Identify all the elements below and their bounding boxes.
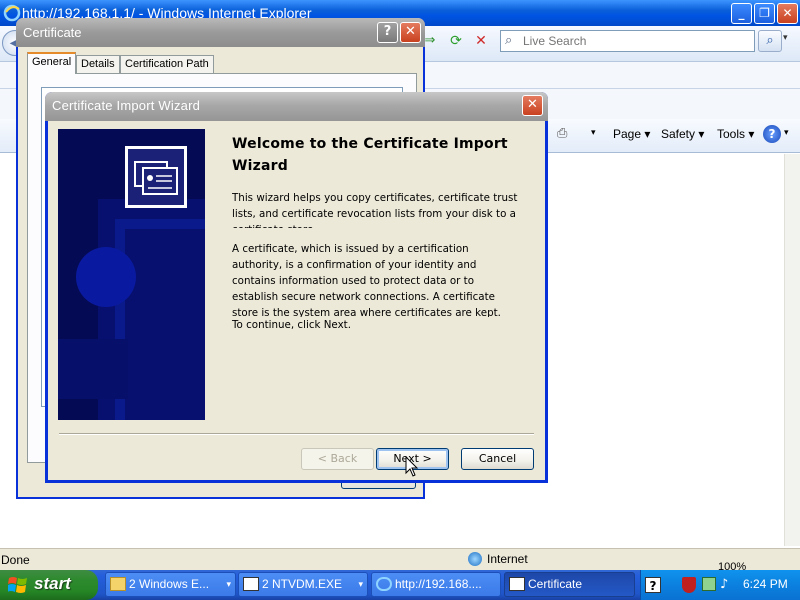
close-button[interactable]: ✕	[777, 3, 798, 24]
windows-logo-icon	[8, 577, 27, 593]
page-menu[interactable]: Page ▾	[613, 126, 650, 144]
taskbar-item-certificate[interactable]: Certificate	[504, 572, 635, 597]
taskbar-item-internet-explorer[interactable]: http://192.168....	[371, 572, 501, 597]
minimize-button[interactable]: _	[731, 3, 752, 24]
taskbar-item-label: 2 NTVDM.EXE	[262, 577, 343, 591]
tab-certification-path[interactable]: Certification Path	[120, 55, 214, 73]
taskbar-item-label: 2 Windows E...	[129, 577, 210, 591]
live-search-input[interactable]	[521, 33, 746, 49]
certificate-close-button[interactable]: ✕	[400, 22, 421, 43]
wizard-title: Certificate Import Wizard	[52, 98, 201, 113]
cancel-button[interactable]: Cancel	[461, 448, 534, 470]
window-icon	[243, 577, 259, 591]
tools-menu[interactable]: Tools ▾	[717, 126, 754, 144]
print-icon[interactable]: ⎙	[557, 126, 579, 144]
wizard-heading: Welcome to the Certificate Import Wizard	[232, 136, 508, 174]
back-button[interactable]: < Back	[301, 448, 374, 470]
taskbar-item-ntvdm[interactable]: 2 NTVDM.EXE ▾	[238, 572, 368, 597]
search-button[interactable]: ⌕	[758, 30, 782, 52]
folder-icon	[110, 577, 126, 591]
wizard-continue-text: To continue, click Next.	[232, 319, 351, 331]
start-label: start	[34, 574, 71, 593]
taskbar-item-label: http://192.168....	[395, 577, 482, 591]
refresh-icon[interactable]: ⟳	[446, 31, 466, 51]
taskbar-item-windows-explorer[interactable]: 2 Windows E... ▾	[105, 572, 236, 597]
volume-icon[interactable]: ♪	[720, 577, 734, 593]
search-icon: ⌕	[505, 33, 513, 48]
wizard-separator	[59, 433, 534, 435]
live-search-box[interactable]: ⌕	[500, 30, 755, 52]
stop-icon[interactable]: ✕	[471, 31, 491, 51]
internet-zone-icon	[468, 552, 482, 566]
restore-button[interactable]: ❐	[754, 3, 775, 24]
print-chevron-icon[interactable]: ▾	[591, 128, 596, 138]
chevron-down-icon: ▾	[358, 579, 363, 589]
certificate-help-button[interactable]: ?	[377, 22, 398, 43]
wizard-description-text: A certificate, which is issued by a cert…	[232, 243, 501, 317]
clock[interactable]: 6:24 PM	[743, 577, 788, 591]
wizard-close-button[interactable]: ✕	[522, 95, 543, 116]
taskbar-item-label: Certificate	[528, 577, 583, 591]
ie-vertical-scrollbar[interactable]	[784, 154, 800, 546]
security-shield-icon[interactable]	[682, 577, 696, 593]
help-chevron-icon[interactable]: ▾	[784, 128, 789, 138]
certificate-dialog-title: Certificate	[23, 25, 82, 40]
help-tray-icon[interactable]: ?	[645, 577, 661, 593]
ie-logo-icon	[376, 577, 392, 591]
status-text: Done	[1, 553, 30, 567]
mouse-pointer-icon	[405, 456, 419, 477]
certificate-icon	[125, 146, 187, 208]
certificate-small-icon	[509, 577, 525, 591]
help-icon[interactable]: ?	[763, 125, 781, 143]
network-icon[interactable]	[702, 577, 716, 591]
wizard-intro-text: This wizard helps you copy certificates,…	[232, 192, 518, 228]
tab-general[interactable]: General	[27, 52, 77, 74]
safety-menu[interactable]: Safety ▾	[661, 126, 704, 144]
wizard-intro-box: This wizard helps you copy certificates,…	[232, 190, 522, 228]
chevron-down-icon: ▾	[226, 579, 231, 589]
tab-details[interactable]: Details	[76, 55, 120, 73]
search-options-chevron-icon[interactable]: ▾	[783, 33, 788, 43]
ie-status-bar	[0, 548, 800, 570]
security-zone-text: Internet	[487, 552, 528, 566]
certificate-icon-art	[128, 149, 184, 205]
